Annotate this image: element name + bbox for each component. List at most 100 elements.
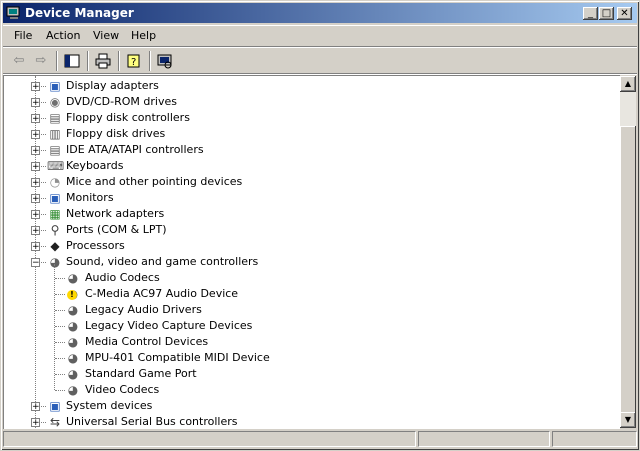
maximize-button[interactable]: □ [599, 7, 614, 20]
help-button[interactable]: ? [124, 51, 144, 71]
scroll-down-icon: ▼ [624, 415, 632, 424]
device-label: MPU-401 Compatible MIDI Device [85, 351, 270, 364]
arrow-right-icon: ⇨ [35, 53, 47, 68]
warning-device-icon: ◕! [65, 286, 81, 302]
sound-device-icon: ◕ [67, 335, 79, 349]
device-category[interactable]: + ▦ Network adapters [4, 206, 604, 222]
device-category[interactable]: + ⚲ Ports (COM & LPT) [4, 222, 604, 238]
expand-button[interactable]: + [31, 82, 40, 92]
device-item[interactable]: ◕ Audio Codecs [4, 270, 604, 286]
device-category[interactable]: + ⌨ Keyboards [4, 158, 604, 174]
sound-device-icon: ◕ [67, 383, 79, 397]
collapse-button[interactable]: − [31, 258, 40, 268]
status-pane-main [3, 431, 416, 447]
device-label: Legacy Audio Drivers [85, 303, 202, 316]
window-title: Device Manager [25, 6, 134, 20]
expand-button[interactable]: + [31, 98, 40, 108]
scroll-up-icon: ▲ [624, 79, 632, 88]
tree-connector [55, 342, 65, 343]
expand-button[interactable]: + [31, 226, 40, 236]
device-manager-app-icon [6, 6, 20, 19]
ide-controller-icon: ▤ [49, 143, 61, 157]
status-pane-2 [418, 431, 550, 447]
expand-button[interactable]: + [31, 402, 40, 412]
tree-connector [55, 310, 65, 311]
device-label: Processors [66, 239, 125, 252]
status-pane-3 [552, 431, 637, 447]
console-tree-button[interactable] [62, 51, 82, 71]
status-bar [3, 430, 637, 448]
expand-button[interactable]: + [31, 418, 40, 428]
device-item[interactable]: ◕ Standard Game Port [4, 366, 604, 382]
scrollbar-thumb[interactable] [620, 126, 636, 426]
network-adapter-icon: ▦ [49, 207, 61, 221]
vertical-scrollbar[interactable]: ▲ ▼ [620, 76, 636, 428]
scroll-down-button[interactable]: ▼ [620, 412, 636, 428]
title-bar[interactable]: Device Manager _ □ ✕ [3, 3, 637, 23]
svg-text:?: ? [131, 57, 136, 68]
device-item[interactable]: ◕! C-Media AC97 Audio Device [4, 286, 604, 302]
device-item[interactable]: ◕ Legacy Video Capture Devices [4, 318, 604, 334]
mouse-icon: ◔ [49, 175, 61, 189]
system-device-icon: ▣ [49, 399, 61, 413]
device-item[interactable]: ◕ Legacy Audio Drivers [4, 302, 604, 318]
device-label: Monitors [66, 191, 114, 204]
device-label: System devices [66, 399, 153, 412]
device-item[interactable]: ◕ MPU-401 Compatible MIDI Device [4, 350, 604, 366]
device-tree[interactable]: + ▣ Display adapters + ◉ DVD/CD-ROM drives + ▤ F… [3, 75, 620, 429]
expand-button[interactable]: + [31, 130, 40, 140]
cdrom-icon: ◉ [49, 95, 61, 109]
device-category[interactable]: + ⇆ Universal Serial Bus controllers [4, 414, 604, 429]
device-label: Video Codecs [85, 383, 160, 396]
device-category[interactable]: + ▣ Monitors [4, 190, 604, 206]
floppy-drive-icon: ▥ [49, 127, 61, 141]
device-item[interactable]: ◕ Media Control Devices [4, 334, 604, 350]
scroll-up-button[interactable]: ▲ [620, 76, 636, 92]
minimize-button[interactable]: _ [583, 7, 598, 20]
device-category[interactable]: + ▤ Floppy disk controllers [4, 110, 604, 126]
device-category[interactable]: + ▣ System devices [4, 398, 604, 414]
processor-icon: ◆ [50, 239, 60, 253]
warning-badge-icon: ! [67, 290, 77, 300]
device-label: Display adapters [66, 79, 159, 92]
expand-button[interactable]: + [31, 178, 40, 188]
scan-hardware-button[interactable] [155, 51, 175, 71]
device-item[interactable]: ◕ Video Codecs [4, 382, 604, 398]
menu-view[interactable]: View [93, 29, 119, 42]
device-category[interactable]: − ◕ Sound, video and game controllers [4, 254, 604, 270]
tree-connector [55, 326, 65, 327]
expand-button[interactable]: + [31, 146, 40, 156]
floppy-controller-icon: ▤ [49, 111, 61, 125]
tree-connector [54, 264, 55, 390]
device-category[interactable]: + ▥ Floppy disk drives [4, 126, 604, 142]
expand-button[interactable]: + [31, 114, 40, 124]
device-label: Media Control Devices [85, 335, 209, 348]
expand-button[interactable]: + [31, 162, 40, 172]
forward-button[interactable]: ⇨ [31, 51, 51, 71]
device-category[interactable]: + ◔ Mice and other pointing devices [4, 174, 604, 190]
device-category[interactable]: + ◉ DVD/CD-ROM drives [4, 94, 604, 110]
show-hide-console-tree-icon [64, 54, 80, 68]
device-category[interactable]: + ▣ Display adapters [4, 78, 604, 94]
sound-device-icon: ◕ [67, 351, 79, 365]
expand-button[interactable]: + [31, 242, 40, 252]
device-label: IDE ATA/ATAPI controllers [66, 143, 204, 156]
help-icon: ? [127, 54, 140, 68]
menu-file[interactable]: File [14, 29, 32, 42]
tree-connector [55, 278, 65, 279]
menu-help[interactable]: Help [131, 29, 156, 42]
expand-button[interactable]: + [31, 194, 40, 204]
menu-action[interactable]: Action [46, 29, 80, 42]
tree-connector [55, 358, 65, 359]
device-label: Universal Serial Bus controllers [66, 415, 238, 428]
usb-icon: ⇆ [49, 415, 61, 429]
device-category[interactable]: + ◆ Processors [4, 238, 604, 254]
port-icon: ⚲ [50, 223, 60, 237]
toolbar-separator [149, 51, 151, 71]
expand-button[interactable]: + [31, 210, 40, 220]
back-button[interactable]: ⇦ [9, 51, 29, 71]
device-category[interactable]: + ▤ IDE ATA/ATAPI controllers [4, 142, 604, 158]
print-button[interactable] [93, 51, 113, 71]
device-label: Sound, video and game controllers [66, 255, 259, 268]
close-button[interactable]: ✕ [617, 7, 632, 20]
